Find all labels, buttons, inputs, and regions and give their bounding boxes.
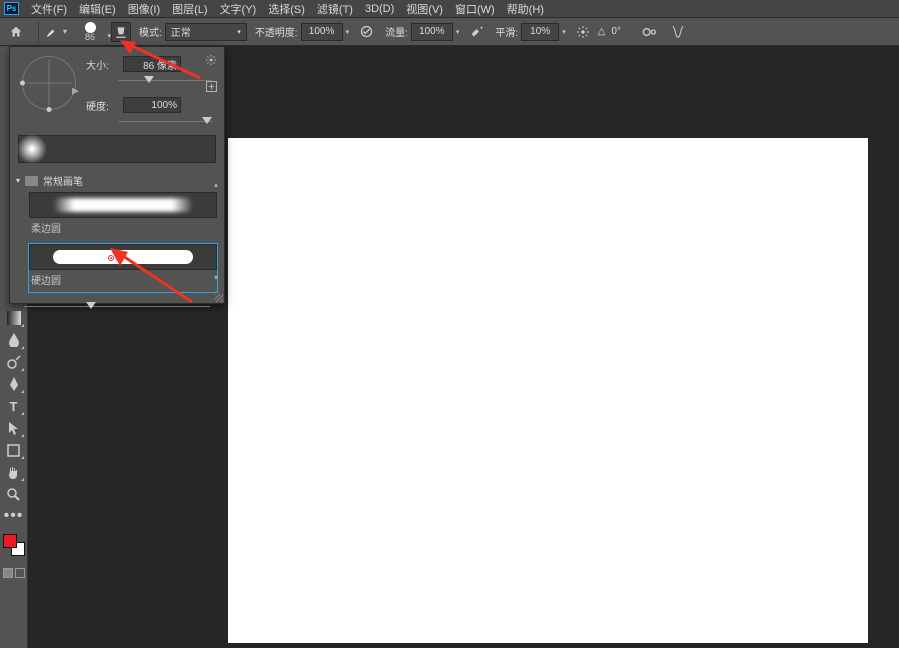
chevron-down-icon[interactable]: ▾ — [63, 27, 73, 36]
brush-size-input[interactable] — [123, 56, 181, 72]
symmetry-button[interactable] — [667, 21, 689, 43]
brush-angle-widget[interactable] — [22, 56, 76, 110]
brush-hardness-input[interactable] — [123, 97, 181, 113]
menu-file[interactable]: 文件(F) — [25, 0, 73, 18]
menu-help[interactable]: 帮助(H) — [501, 0, 550, 18]
flow-label: 流量: — [385, 24, 408, 39]
brush-preset-item[interactable]: 硬边圆 — [28, 243, 218, 293]
chevron-down-icon[interactable]: ▾ — [346, 28, 350, 36]
dodge-tool[interactable] — [3, 352, 25, 372]
chevron-down-icon[interactable]: ▾ — [562, 28, 566, 36]
chevron-down-icon: ▾ — [237, 28, 241, 36]
brush-preset-picker-button[interactable]: 86 ▾ — [77, 22, 103, 42]
opacity-input[interactable] — [301, 23, 343, 41]
brush-preset-label: 柔边圆 — [31, 220, 217, 235]
chevron-down-icon[interactable]: ▾ — [456, 28, 460, 36]
hand-tool[interactable] — [3, 462, 25, 482]
home-button[interactable] — [6, 22, 26, 42]
folder-icon — [25, 176, 38, 186]
app-logo: Ps — [4, 2, 19, 15]
brush-tip-preview-icon — [85, 22, 96, 33]
zoom-tool[interactable] — [3, 484, 25, 504]
soft-round-stroke-icon — [53, 198, 193, 212]
menu-bar: Ps 文件(F) 编辑(E) 图像(I) 图层(L) 文字(Y) 选择(S) 滤… — [0, 0, 899, 18]
canvas[interactable] — [228, 138, 868, 643]
path-select-tool[interactable] — [3, 418, 25, 438]
preset-group-label: 常规画笔 — [43, 173, 83, 188]
quickmask-mode-button[interactable] — [15, 568, 25, 578]
divider — [38, 21, 39, 43]
menu-view[interactable]: 视图(V) — [400, 0, 449, 18]
brush-panel-toggle[interactable] — [111, 22, 131, 42]
airbrush-toggle[interactable] — [465, 21, 487, 43]
pressure-opacity-toggle[interactable] — [355, 21, 377, 43]
menu-window[interactable]: 窗口(W) — [449, 0, 501, 18]
popup-resize-handle[interactable] — [215, 294, 223, 302]
menu-3d[interactable]: 3D(D) — [359, 2, 400, 16]
menu-filter[interactable]: 滤镜(T) — [311, 0, 359, 18]
mode-label: 模式: — [139, 24, 162, 39]
menu-type[interactable]: 文字(Y) — [214, 0, 263, 18]
brush-size-readout: 86 — [85, 33, 95, 42]
brush-preset-item[interactable]: 柔边圆 — [28, 191, 218, 241]
edit-toolbar-button[interactable]: ••• — [3, 506, 25, 526]
size-label: 大小: — [86, 57, 118, 72]
menu-image[interactable]: 图像(I) — [122, 0, 166, 18]
preset-zoom-slider[interactable] — [24, 301, 210, 313]
smoothing-input[interactable] — [521, 23, 559, 41]
scroll-down-icon[interactable]: ▾ — [214, 273, 218, 282]
flow-input[interactable] — [411, 23, 453, 41]
gradient-tool[interactable] — [3, 308, 25, 328]
current-tool-icon[interactable] — [43, 23, 61, 41]
smoothing-options-button[interactable] — [572, 21, 594, 43]
brush-size-slider[interactable] — [118, 75, 212, 87]
type-tool[interactable]: T — [3, 396, 25, 416]
menu-edit[interactable]: 编辑(E) — [73, 0, 122, 18]
color-swatches[interactable] — [3, 534, 25, 556]
blur-tool[interactable] — [3, 330, 25, 350]
pressure-size-toggle[interactable] — [639, 21, 661, 43]
options-bar: ▾ 86 ▾ 模式: 正常 ▾ 不透明度: ▾ 流量: ▾ 平滑: ▾ △ 0° — [0, 18, 899, 46]
brush-hardness-slider[interactable] — [118, 116, 212, 128]
brush-tip-preview-icon — [17, 134, 47, 164]
standard-mode-button[interactable] — [3, 568, 13, 578]
menu-select[interactable]: 选择(S) — [262, 0, 311, 18]
angle-icon: △ — [598, 26, 606, 37]
arrow-right-icon: ▶ — [72, 85, 79, 96]
hard-round-stroke-icon — [53, 250, 193, 264]
pen-tool[interactable] — [3, 374, 25, 394]
brush-preset-popup: ▶ 大小: 硬度: ▾ 常规画笔 ▴ — [9, 46, 225, 304]
scroll-up-icon[interactable]: ▴ — [214, 180, 218, 189]
chevron-down-icon: ▾ — [16, 176, 20, 185]
brush-angle-value[interactable]: 0° — [611, 26, 621, 37]
brush-stroke-preview — [18, 135, 216, 163]
brush-preset-label: 硬边圆 — [31, 272, 217, 287]
hardness-label: 硬度: — [86, 98, 118, 113]
preset-group-header[interactable]: ▾ 常规画笔 — [16, 173, 218, 188]
blend-mode-select[interactable]: 正常 ▾ — [165, 23, 247, 41]
annotation-marker-icon — [108, 255, 114, 261]
menu-layer[interactable]: 图层(L) — [166, 0, 213, 18]
smoothing-label: 平滑: — [495, 24, 518, 39]
shape-tool[interactable] — [3, 440, 25, 460]
chevron-down-icon: ▾ — [107, 33, 111, 40]
popup-settings-button[interactable] — [204, 53, 218, 67]
foreground-color-swatch[interactable] — [3, 534, 17, 548]
brush-preset-list: 柔边圆 硬边圆 — [28, 191, 218, 293]
blend-mode-value: 正常 — [171, 24, 191, 39]
opacity-label: 不透明度: — [255, 24, 298, 39]
